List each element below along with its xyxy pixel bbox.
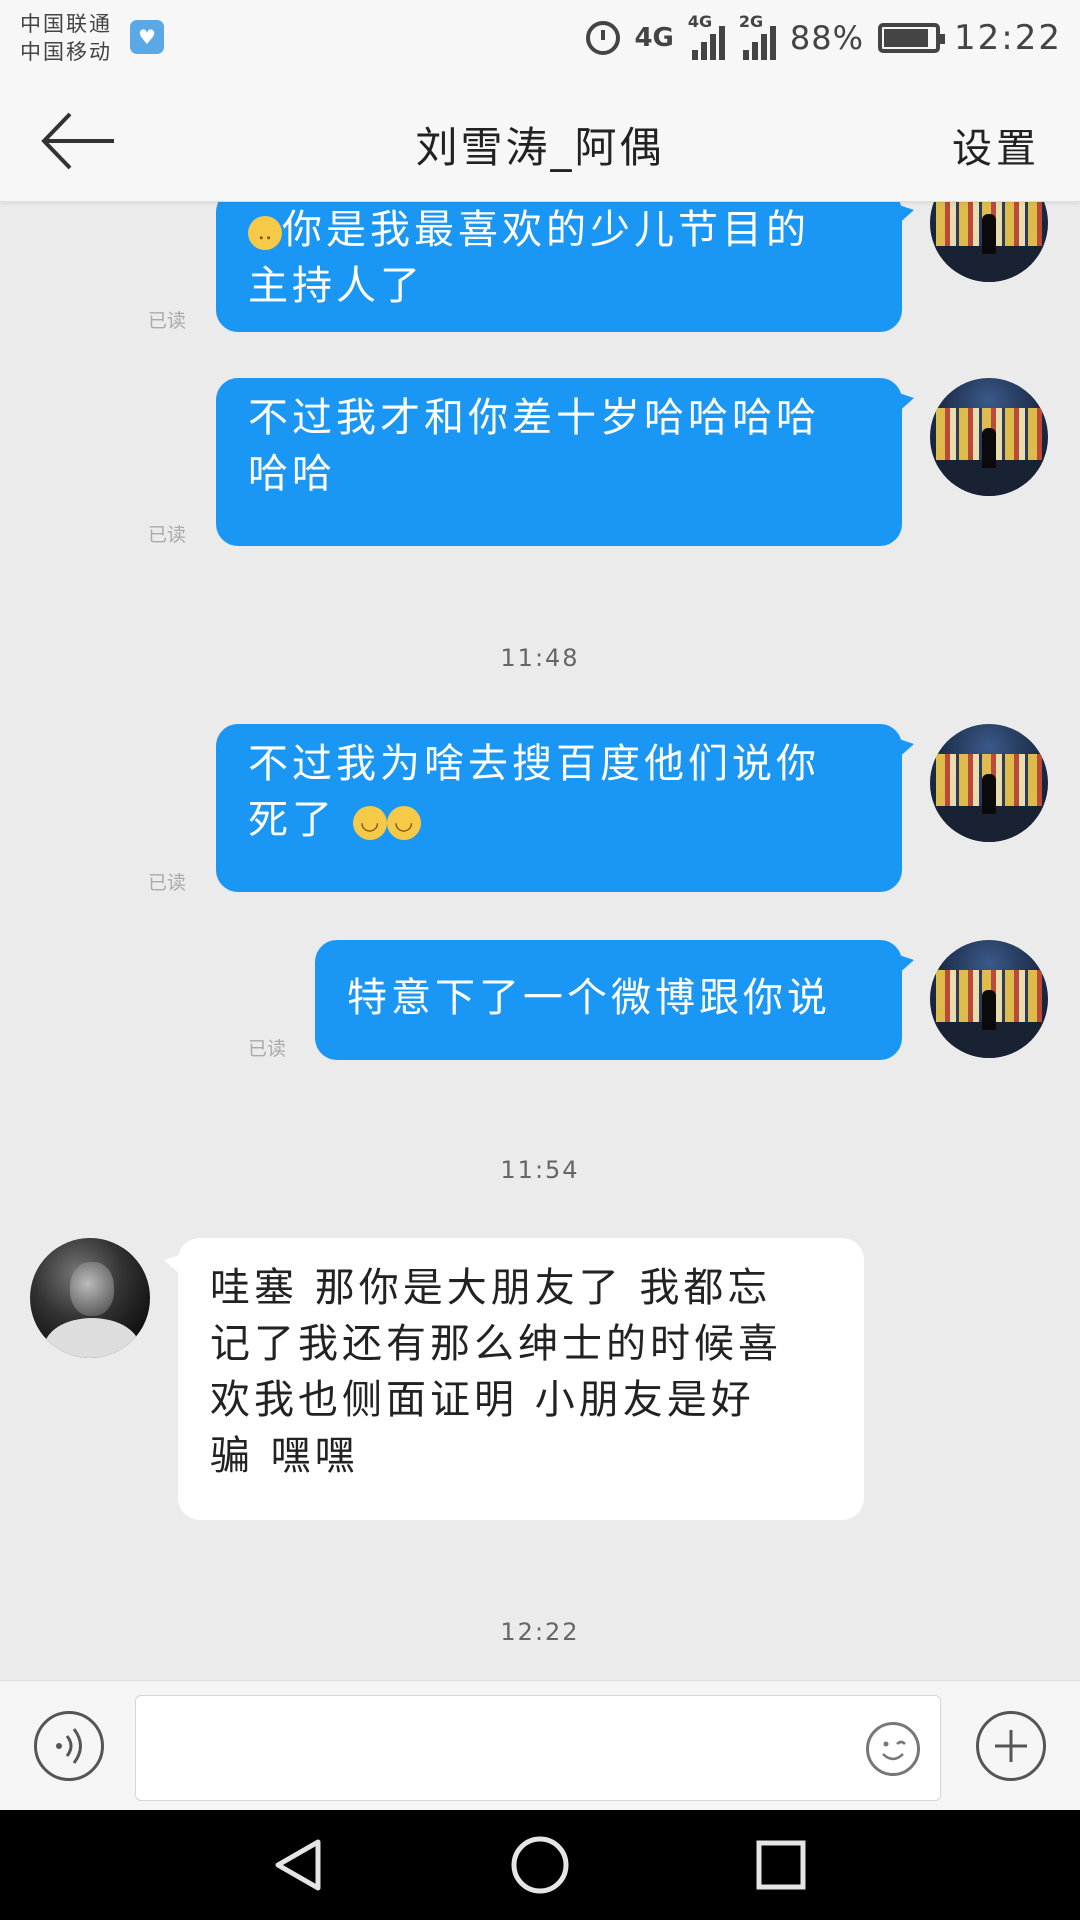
signal-strength-2: 2G xyxy=(739,12,776,60)
status-clock: 12:22 xyxy=(954,18,1062,58)
worried-face-emoji: ‥ xyxy=(248,216,282,250)
alarm-icon xyxy=(586,21,621,55)
chat-header: 刘雪涛_阿偶 设置 xyxy=(0,80,1080,202)
smiley-icon xyxy=(882,1740,906,1761)
my-avatar[interactable] xyxy=(930,940,1048,1058)
carrier-1: 中国联通 xyxy=(20,12,112,36)
outgoing-message[interactable]: 不过我为啥去搜百度他们说你 死了 ◡ ◡ xyxy=(216,724,914,892)
message-line: 不过我才和你差十岁哈哈哈哈 xyxy=(248,395,820,441)
outgoing-message[interactable]: 特意下了一个微博跟你说 xyxy=(315,940,914,1060)
network-4g-main: 4G xyxy=(634,23,674,53)
settings-button[interactable]: 设置 xyxy=(952,116,1040,174)
chat-title: 刘雪涛_阿偶 xyxy=(415,123,665,172)
message-line: 死了 xyxy=(248,797,336,843)
my-avatar[interactable] xyxy=(930,724,1048,842)
message-line: 特意下了一个微博跟你说 xyxy=(347,975,831,1021)
nav-home-button[interactable] xyxy=(505,1830,575,1900)
heart-app-icon: ♥ xyxy=(130,20,164,54)
square-recents-icon xyxy=(756,1840,806,1890)
message-timestamp: 11:48 xyxy=(500,644,580,672)
message-line: 不过我为啥去搜百度他们说你 xyxy=(248,741,820,787)
message-line: 骗 嘿嘿 xyxy=(210,1433,359,1479)
more-options-button[interactable] xyxy=(976,1711,1046,1781)
my-avatar[interactable] xyxy=(930,378,1048,496)
message-timestamp: 11:54 xyxy=(500,1156,580,1184)
signal-strength-1: 4G xyxy=(688,12,725,60)
read-receipt: 已读 xyxy=(148,310,187,332)
message-timestamp: 12:22 xyxy=(500,1618,580,1646)
input-bar xyxy=(0,1680,1080,1810)
message-line: 欢我也侧面证明 小朋友是好 xyxy=(210,1377,755,1423)
read-receipt: 已读 xyxy=(148,524,187,546)
network-4g-small: 4G xyxy=(687,12,713,31)
my-avatar[interactable] xyxy=(930,202,1048,282)
message-input[interactable] xyxy=(135,1695,941,1801)
voice-input-button[interactable] xyxy=(34,1711,104,1781)
battery-icon xyxy=(878,23,946,53)
battery-percentage: 88% xyxy=(789,19,865,57)
outgoing-message[interactable]: ‥ 你是我最喜欢的少儿节目的 主持人了 xyxy=(216,202,914,332)
circle-home-icon xyxy=(511,1836,569,1894)
plus-icon xyxy=(995,1730,1027,1762)
laughing-tears-emoji: ◡ xyxy=(386,806,421,840)
read-receipt: 已读 xyxy=(248,1038,287,1060)
message-list[interactable]: ‥ 你是我最喜欢的少儿节目的 主持人了 已读 不过我才和你差十岁哈哈哈哈 哈哈 已… xyxy=(0,202,1080,1680)
read-receipt: 已读 xyxy=(148,872,187,894)
status-indicators: 4G 4G 2G 88% 12:22 xyxy=(586,12,1062,64)
voice-wave-icon xyxy=(56,1728,82,1764)
status-bar: 中国联通 中国移动 ♥ 4G 4G 2G 88% 12:22 xyxy=(0,0,1080,80)
nav-back-button[interactable] xyxy=(264,1830,334,1900)
emoji-button[interactable] xyxy=(866,1722,920,1776)
carrier-2: 中国移动 xyxy=(20,40,112,64)
message-line: 哇塞 那你是大朋友了 我都忘 xyxy=(210,1265,772,1311)
system-nav-bar xyxy=(0,1810,1080,1920)
message-line: 记了我还有那么绅士的时候喜 xyxy=(210,1321,782,1367)
laughing-tears-emoji: ◡ xyxy=(352,806,387,840)
signal-bars-icon xyxy=(691,26,725,60)
message-line: 主持人了 xyxy=(248,263,424,309)
network-2g-small: 2G xyxy=(738,12,764,31)
contact-avatar[interactable] xyxy=(30,1238,150,1358)
signal-bars-icon xyxy=(742,26,776,60)
incoming-message[interactable]: 哇塞 那你是大朋友了 我都忘 记了我还有那么绅士的时候喜 欢我也侧面证明 小朋友… xyxy=(164,1238,864,1520)
message-line: 哈哈 xyxy=(248,451,336,497)
message-line: 你是我最喜欢的少儿节目的 xyxy=(282,207,810,253)
carrier-info: 中国联通 中国移动 xyxy=(20,10,112,66)
outgoing-message[interactable]: 不过我才和你差十岁哈哈哈哈 哈哈 xyxy=(216,378,914,546)
triangle-back-icon xyxy=(275,1839,321,1891)
nav-recents-button[interactable] xyxy=(746,1830,816,1900)
